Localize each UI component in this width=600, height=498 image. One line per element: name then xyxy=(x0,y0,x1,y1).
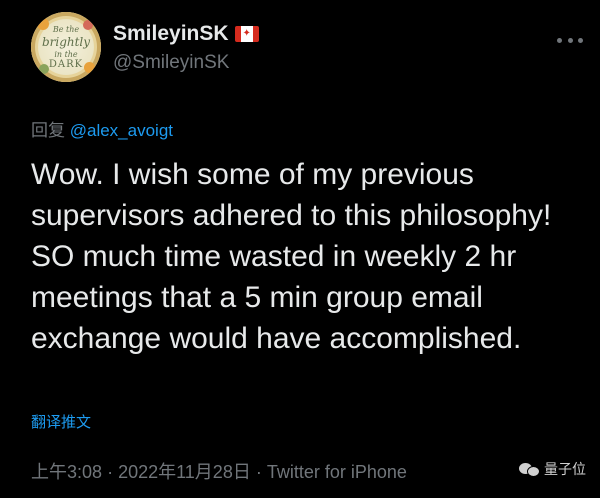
reply-context: 回复 @alex_avoigt xyxy=(31,116,173,141)
tweet-date[interactable]: 2022年11月28日 xyxy=(118,462,251,482)
avatar-text: brightly xyxy=(41,35,91,49)
watermark: 量子位 xyxy=(519,459,586,479)
avatar-text: DARK xyxy=(48,59,84,70)
tweet-time[interactable]: 上午3:08 xyxy=(31,462,102,482)
tweet-header: Be the brightly in the DARK SmileyinSK ✦ … xyxy=(31,12,591,82)
tweet-client[interactable]: Twitter for iPhone xyxy=(267,462,407,482)
wechat-icon xyxy=(519,461,540,477)
reply-label: 回复 xyxy=(31,121,65,140)
display-name[interactable]: SmileyinSK xyxy=(113,22,229,45)
avatar-text: in the xyxy=(54,50,78,59)
separator: · xyxy=(255,462,262,482)
author-name-row[interactable]: SmileyinSK ✦ xyxy=(113,22,259,46)
avatar-text: Be the xyxy=(52,25,80,34)
tweet-text: Wow. I wish some of my previous supervis… xyxy=(31,158,552,355)
avatar[interactable]: Be the brightly in the DARK xyxy=(31,12,101,82)
author-handle[interactable]: @SmileyinSK xyxy=(113,52,229,74)
watermark-label: 量子位 xyxy=(544,461,586,477)
more-options-icon[interactable] xyxy=(557,30,583,50)
canada-flag-icon: ✦ xyxy=(234,26,259,42)
tweet-metadata: 上午3:08 · 2022年11月28日 · Twitter for iPhon… xyxy=(31,458,407,484)
separator: · xyxy=(107,462,114,482)
translate-tweet-link[interactable]: 翻译推文 xyxy=(31,411,91,432)
reply-mention-link[interactable]: @alex_avoigt xyxy=(70,121,173,140)
